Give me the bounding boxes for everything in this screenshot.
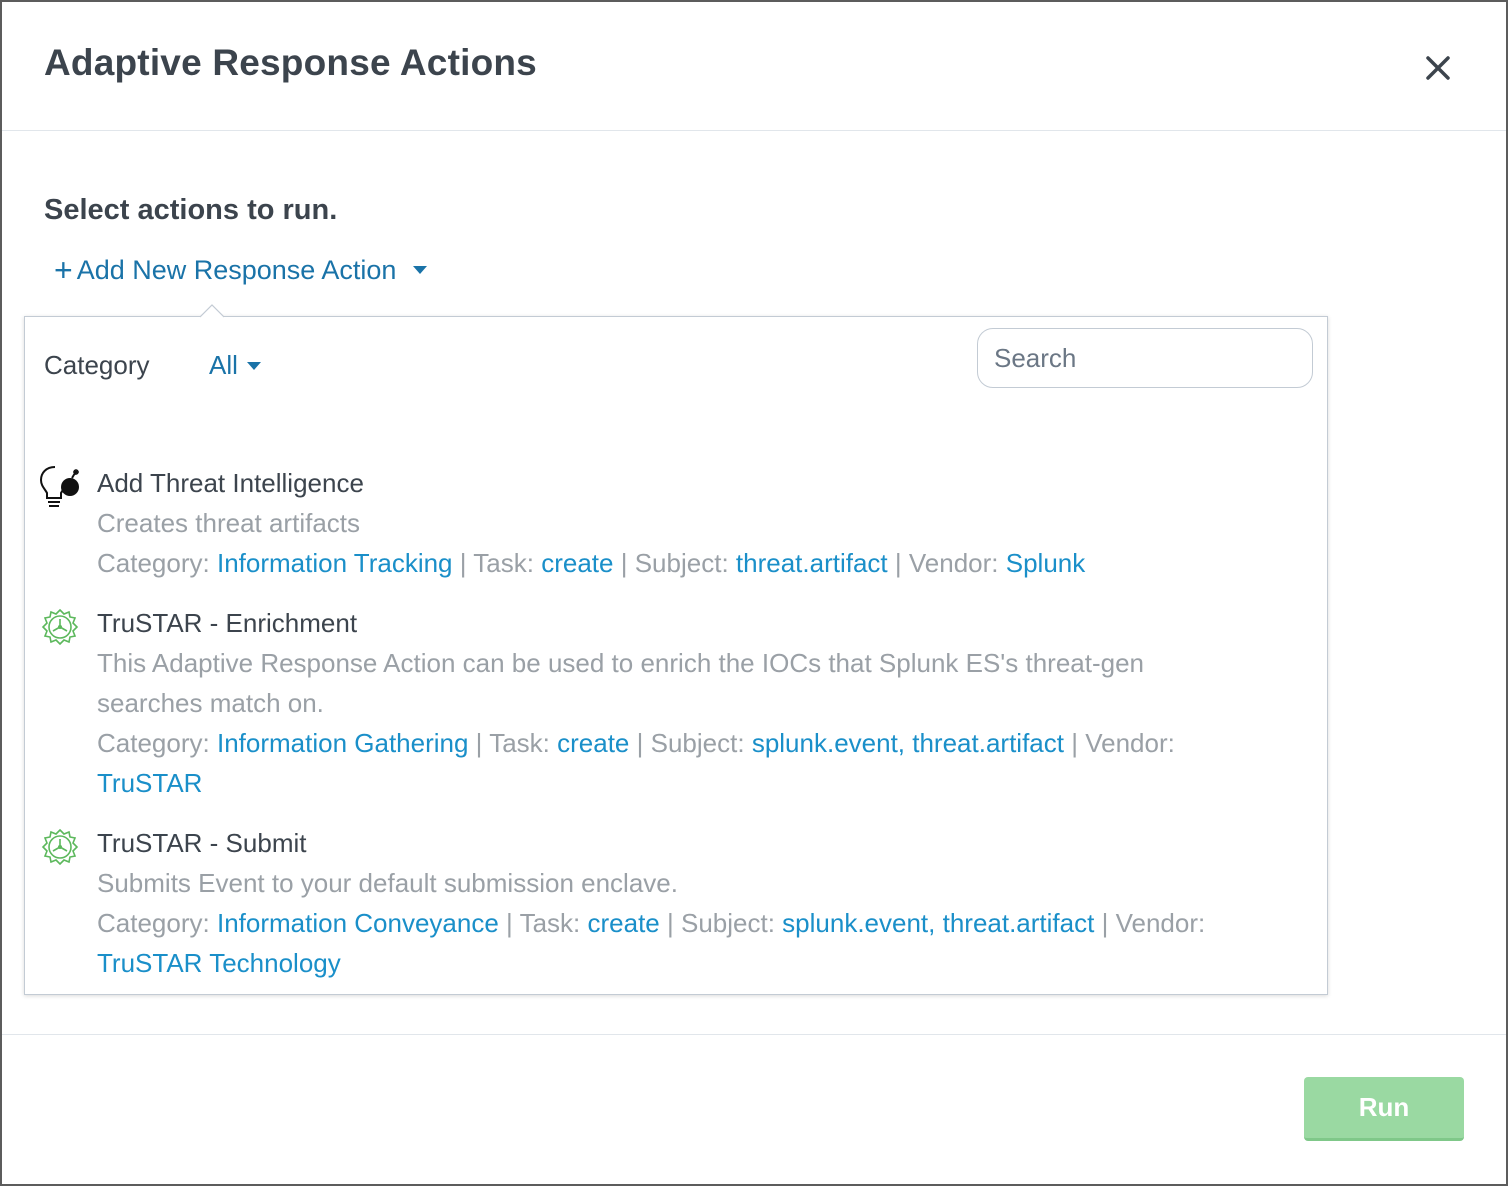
add-new-response-action-button[interactable]: + Add New Response Action [54,254,428,286]
category-dropdown[interactable]: All [209,350,262,381]
action-item-trustar-enrichment[interactable]: TruSTAR - Enrichment This Adaptive Respo… [25,603,1327,803]
task-meta-value: create [541,548,614,578]
plus-icon: + [54,252,73,288]
search-input[interactable] [977,328,1313,388]
response-action-picker: Category All Add Threat Intelligence [24,316,1328,995]
trustar-gear-icon [41,828,79,866]
trustar-gear-icon [41,608,79,646]
lightbulb-bomb-icon [39,466,79,507]
footer-divider [2,1034,1506,1035]
vendor-meta-label: Vendor: [1085,728,1175,758]
task-meta-label: Task: [489,728,550,758]
category-meta-label: Category: [97,548,210,578]
category-meta-value: Information Tracking [216,548,453,578]
close-button[interactable] [1420,50,1456,86]
subject-meta-value: splunk.event, threat.artifact [782,908,1095,938]
caret-down-icon [413,266,428,274]
category-meta-value: Information Conveyance [216,908,499,938]
task-meta-value: create [557,728,630,758]
category-meta-label: Category: [97,728,210,758]
vendor-meta-value: TruSTAR [97,768,203,798]
category-label: Category [44,350,150,380]
action-description: This Adaptive Response Action can be use… [97,648,1145,718]
task-meta-value: create [587,908,660,938]
subject-meta-label: Subject: [650,728,745,758]
select-actions-prompt: Select actions to run. [44,194,338,226]
adaptive-response-modal: Adaptive Response Actions Select actions… [0,0,1508,1186]
modal-header: Adaptive Response Actions [2,2,1506,131]
popover-arrow [200,304,224,318]
modal-title: Adaptive Response Actions [44,42,537,83]
vendor-meta-label: Vendor: [908,548,999,578]
caret-down-icon [246,361,261,370]
action-item-add-threat-intelligence[interactable]: Add Threat Intelligence Creates threat a… [25,463,1327,583]
action-name: Add Threat Intelligence [97,468,364,498]
action-description: Submits Event to your default submission… [97,868,678,898]
action-item-trustar-submit[interactable]: TruSTAR - Submit Submits Event to your d… [25,823,1327,983]
vendor-meta-value: TruSTAR Technology [97,948,341,978]
task-meta-label: Task: [519,908,581,938]
task-meta-label: Task: [473,548,534,578]
close-icon [1426,56,1450,80]
category-value: All [209,350,238,380]
action-metadata: Category: Information Gathering | Task: … [97,728,1175,798]
run-button[interactable]: Run [1304,1077,1464,1141]
subject-meta-label: Subject: [680,908,775,938]
action-metadata: Category: Information Tracking | Task: c… [97,548,1086,578]
action-name: TruSTAR - Enrichment [97,608,358,638]
action-name: TruSTAR - Submit [97,828,307,858]
category-meta-value: Information Gathering [216,728,469,758]
action-list: Add Threat Intelligence Creates threat a… [25,463,1327,1003]
vendor-meta-label: Vendor: [1115,908,1206,938]
subject-meta-label: Subject: [634,548,729,578]
category-meta-label: Category: [97,908,210,938]
add-new-response-action-label: Add New Response Action [76,254,397,285]
vendor-meta-value: Splunk [1005,548,1086,578]
subject-meta-value: splunk.event, threat.artifact [751,728,1064,758]
action-metadata: Category: Information Conveyance | Task:… [97,908,1206,978]
subject-meta-value: threat.artifact [735,548,888,578]
action-description: Creates threat artifacts [97,508,360,538]
